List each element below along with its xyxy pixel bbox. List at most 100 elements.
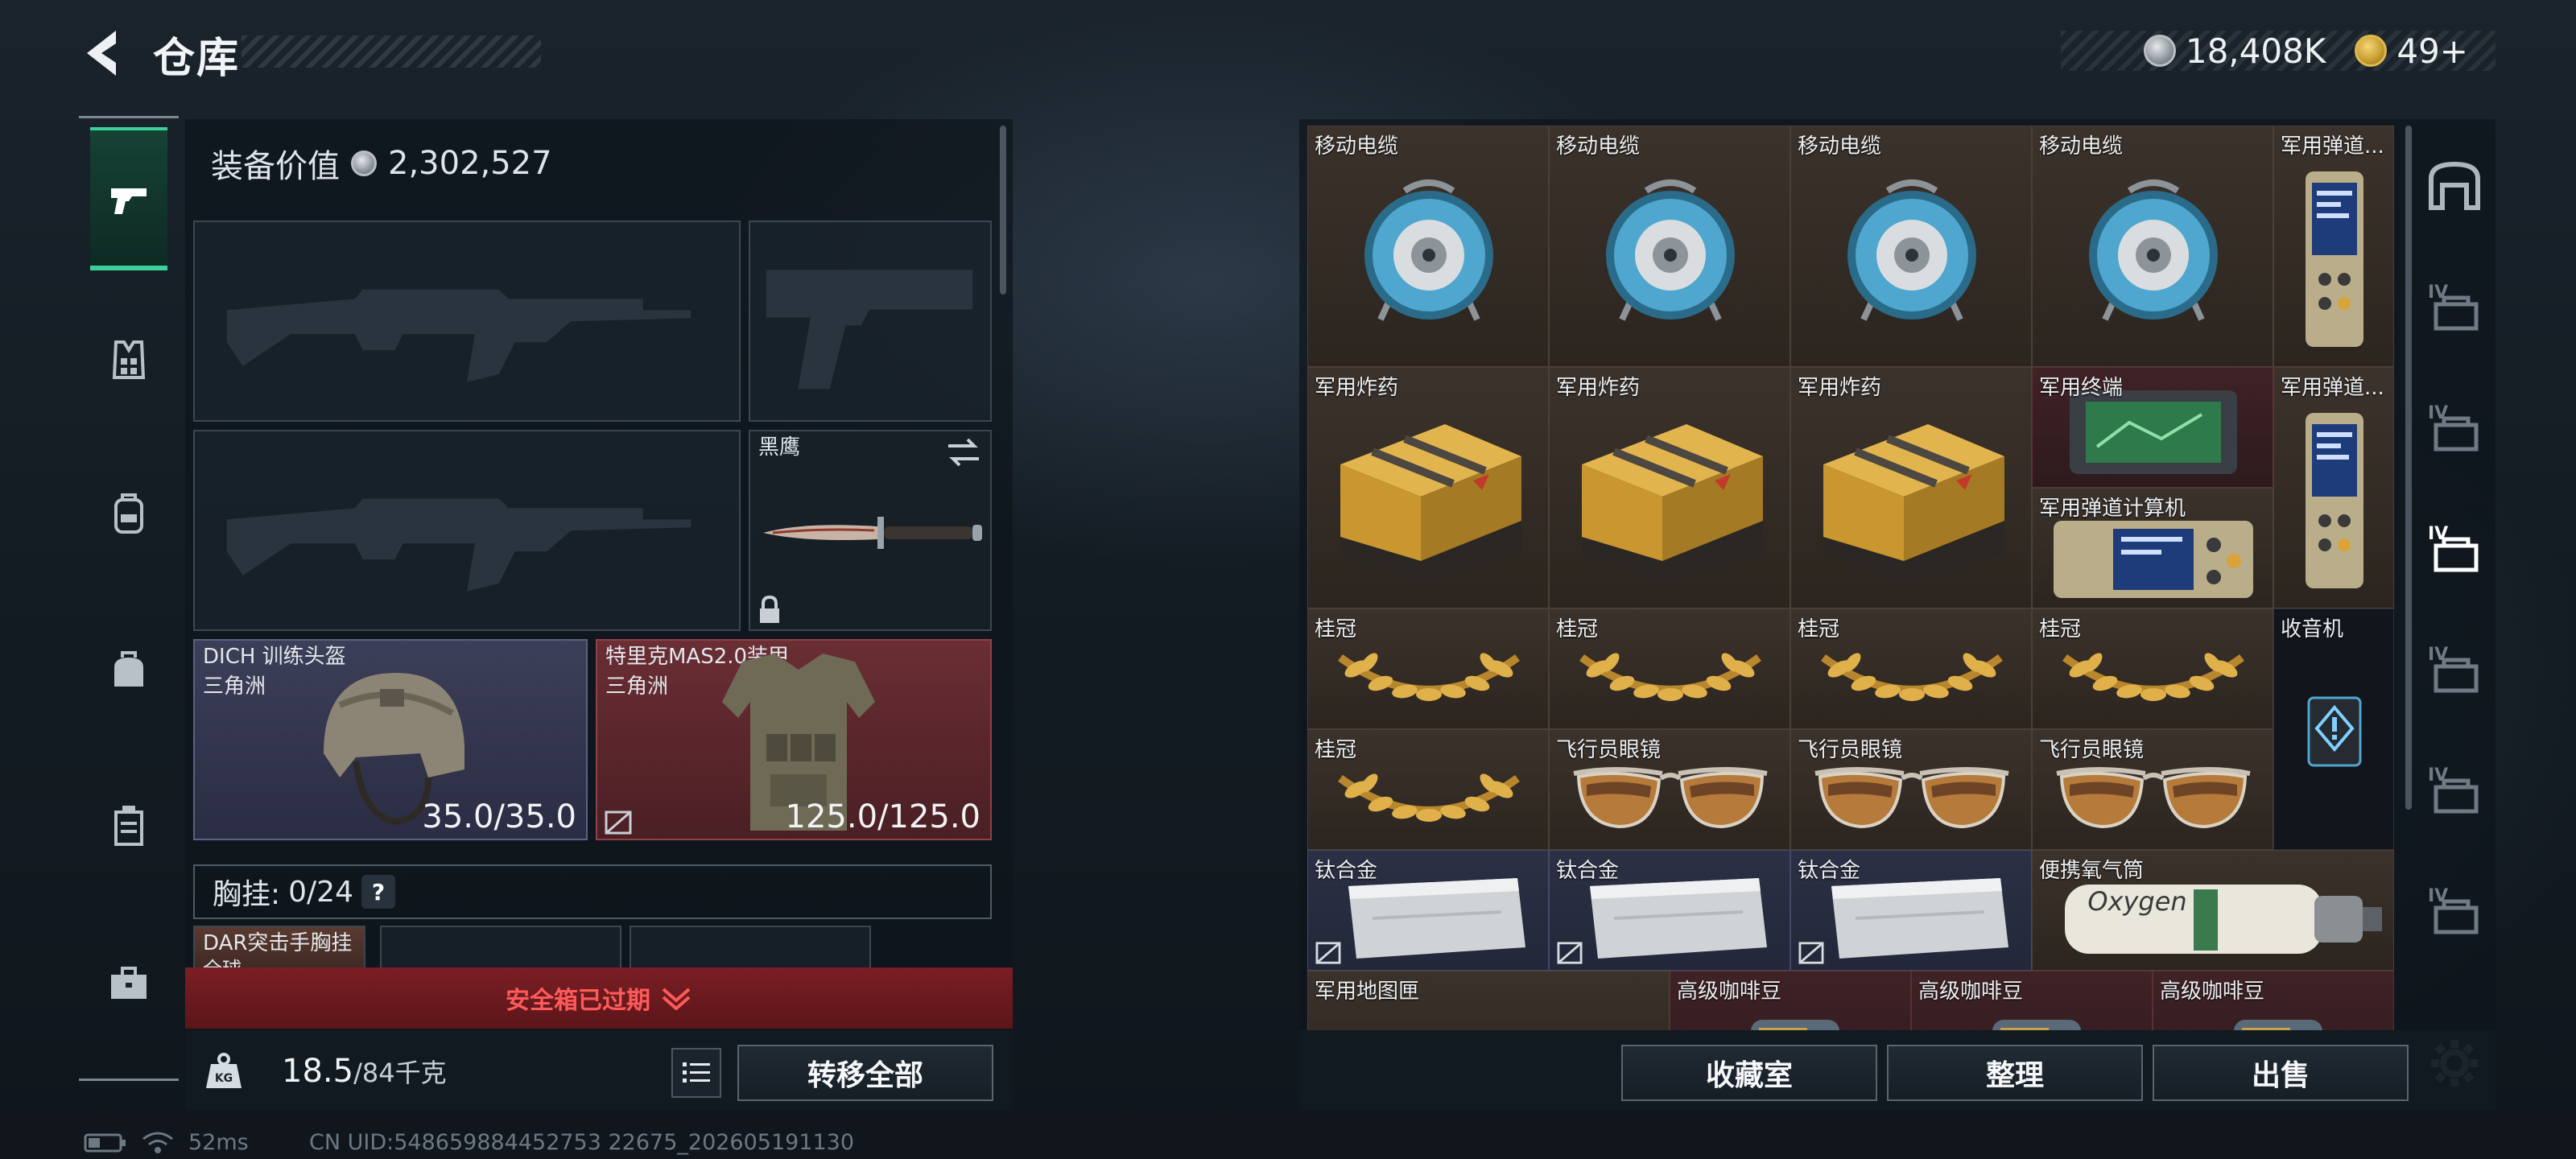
storage-item-device[interactable]: 军用弹道计算机 <box>2032 488 2273 608</box>
tab-bag[interactable] <box>90 599 167 742</box>
melee-slot[interactable]: 黑鹰 <box>749 430 992 631</box>
currency-bar: 18,408K 49+ <box>2061 31 2496 71</box>
coffee-beans-icon <box>2234 1020 2322 1030</box>
storage-item-label: 钛合金 <box>1315 859 1378 883</box>
tab-vest[interactable] <box>90 288 167 431</box>
backpack-icon <box>114 493 143 534</box>
primary-weapon-slot[interactable] <box>193 221 741 422</box>
insured-mark-icon <box>1557 942 1583 964</box>
cable-reel-icon <box>1606 179 1735 321</box>
storage-item-terminal[interactable]: 军用终端 <box>2032 367 2273 488</box>
loadout-scrollbar[interactable] <box>1000 126 1006 295</box>
chest-rig-slot[interactable]: DAR突击手胸挂 全球... <box>193 926 365 980</box>
carry-weight-max: /84千克 <box>353 1058 447 1088</box>
knife-icon <box>763 517 982 549</box>
armor-origin: 三角洲 <box>605 674 669 699</box>
storage-item-case[interactable]: 军用地图匣 <box>1307 971 1670 1030</box>
storage-bottom-bar: 收藏室 整理 出售 <box>1299 1030 2496 1111</box>
storage-item-radio[interactable]: 收音机 <box>2273 608 2394 850</box>
tab-weapons[interactable] <box>90 127 167 270</box>
crate-tier-icon: IV <box>2428 283 2479 331</box>
storage-page-tab[interactable]: IV <box>2413 488 2496 608</box>
chest-rig-empty-slot[interactable] <box>630 926 871 974</box>
storage-item-label: 移动电缆 <box>2039 134 2124 159</box>
pistol-icon <box>111 188 147 214</box>
pistol-slot[interactable] <box>749 221 992 422</box>
storage-item-label: 移动电缆 <box>1798 134 1882 159</box>
storage-item-laurel[interactable]: 桂冠 <box>1790 608 2032 729</box>
storage-item-oxygen[interactable]: Oxygen 便携氧气筒 <box>2032 850 2394 971</box>
chest-rig-empty-slot[interactable] <box>380 926 621 974</box>
warehouse-icon <box>2429 161 2480 210</box>
armor-slot[interactable]: 特里克MAS2.0装甲 三角洲 125.0/125.0 <box>596 639 992 840</box>
storage-item-metal[interactable]: 钛合金 <box>1790 850 2032 971</box>
loadout-panel: 装备价值 2,302,527 黑鹰 DICH 训练头盔 三角洲 35.0/35.… <box>185 119 1013 1111</box>
storage-item-coffee[interactable]: 高级咖啡豆 <box>1670 971 1911 1030</box>
storage-item-label: 军用炸药 <box>1315 376 1399 400</box>
storage-item-reel[interactable]: 移动电缆 <box>1549 126 1790 367</box>
storage-item-device[interactable]: 军用弹道... <box>2273 367 2394 608</box>
tab-case[interactable] <box>90 753 167 897</box>
titanium-plate-icon <box>1831 878 2008 959</box>
transfer-all-button[interactable]: 转移全部 <box>737 1045 993 1101</box>
storage-item-explosive[interactable]: 军用炸药 <box>1790 367 2032 608</box>
storage-item-explosive[interactable]: 军用炸药 <box>1549 367 1790 608</box>
storage-item-laurel[interactable]: 桂冠 <box>1549 608 1790 729</box>
collection-room-button[interactable]: 收藏室 <box>1621 1045 1877 1101</box>
radio-icon <box>2307 696 2362 767</box>
organize-button[interactable]: 整理 <box>1887 1045 2143 1101</box>
rifle-silhouette-icon <box>226 289 691 382</box>
explosive-crate-icon <box>1582 424 1763 585</box>
crate-tier-icon: IV <box>2428 886 2479 934</box>
crate-tier-icon: IV <box>2428 765 2479 814</box>
crate-tier-icon: IV <box>2428 645 2479 693</box>
sell-button[interactable]: 出售 <box>2153 1045 2409 1101</box>
storage-page-tab[interactable]: IV <box>2413 729 2496 850</box>
storage-item-glasses[interactable]: 飞行员眼镜 <box>1790 729 2032 850</box>
storage-item-coffee[interactable]: 高级咖啡豆 <box>1911 971 2153 1030</box>
storage-item-laurel[interactable]: 桂冠 <box>1307 729 1549 850</box>
storage-item-label: 高级咖啡豆 <box>1918 980 2024 1004</box>
storage-item-device[interactable]: 军用弹道... <box>2273 126 2394 367</box>
page-title: 仓库 <box>153 35 241 83</box>
coffee-beans-icon <box>1751 1020 1839 1030</box>
back-arrow-icon[interactable] <box>77 26 126 80</box>
storage-item-metal[interactable]: 钛合金 <box>1307 850 1549 971</box>
storage-item-glasses[interactable]: 飞行员眼镜 <box>2032 729 2273 850</box>
storage-page-tab[interactable]: IV <box>2413 367 2496 488</box>
melee-name: 黑鹰 <box>758 435 801 460</box>
list-view-button[interactable] <box>671 1048 721 1098</box>
storage-item-label: 飞行员眼镜 <box>2039 738 2145 762</box>
tab-toolbox[interactable] <box>90 911 167 1054</box>
storage-item-explosive[interactable]: 军用炸药 <box>1307 367 1549 608</box>
storage-item-label: 移动电缆 <box>1315 134 1399 159</box>
storage-item-label: 军用弹道计算机 <box>2039 497 2186 521</box>
cable-reel-icon <box>1847 179 1976 321</box>
storage-item-coffee[interactable]: 高级咖啡豆 <box>2153 971 2394 1030</box>
storage-home-tab[interactable] <box>2413 126 2496 246</box>
storage-item-laurel[interactable]: 桂冠 <box>2032 608 2273 729</box>
storage-page-tab[interactable]: IV <box>2413 850 2496 971</box>
storage-item-reel[interactable]: 移动电缆 <box>1790 126 2032 367</box>
tab-backpack[interactable] <box>90 443 167 586</box>
storage-item-glasses[interactable]: 飞行员眼镜 <box>1549 729 1790 850</box>
secondary-weapon-slot[interactable] <box>193 430 741 631</box>
insured-mark-icon <box>1798 942 1824 964</box>
storage-item-label: 高级咖啡豆 <box>1677 980 1782 1004</box>
insured-mark-icon <box>605 810 632 835</box>
storage-item-reel[interactable]: 移动电缆 <box>2032 126 2273 367</box>
storage-item-metal[interactable]: 钛合金 <box>1549 850 1790 971</box>
help-button[interactable]: ? <box>361 875 395 909</box>
storage-scrollbar[interactable] <box>2405 126 2412 810</box>
wifi-icon <box>142 1132 173 1153</box>
helmet-slot[interactable]: DICH 训练头盔 三角洲 35.0/35.0 <box>193 639 588 840</box>
swap-icon[interactable] <box>945 436 982 468</box>
storage-item-reel[interactable]: 移动电缆 <box>1307 126 1549 367</box>
storage-page-tab[interactable]: IV <box>2413 246 2496 367</box>
storage-page-tab[interactable]: IV <box>2413 608 2496 729</box>
storage-item-laurel[interactable]: 桂冠 <box>1307 608 1549 729</box>
gold-currency-value[interactable]: 49+ <box>2396 31 2468 71</box>
safe-box-expired-banner[interactable]: 安全箱已过期 <box>185 967 1013 1029</box>
user-uid: CN UID:548659884452753 22675_20260519113… <box>309 1130 855 1155</box>
equipment-value: 装备价值 2,302,527 <box>211 140 552 187</box>
